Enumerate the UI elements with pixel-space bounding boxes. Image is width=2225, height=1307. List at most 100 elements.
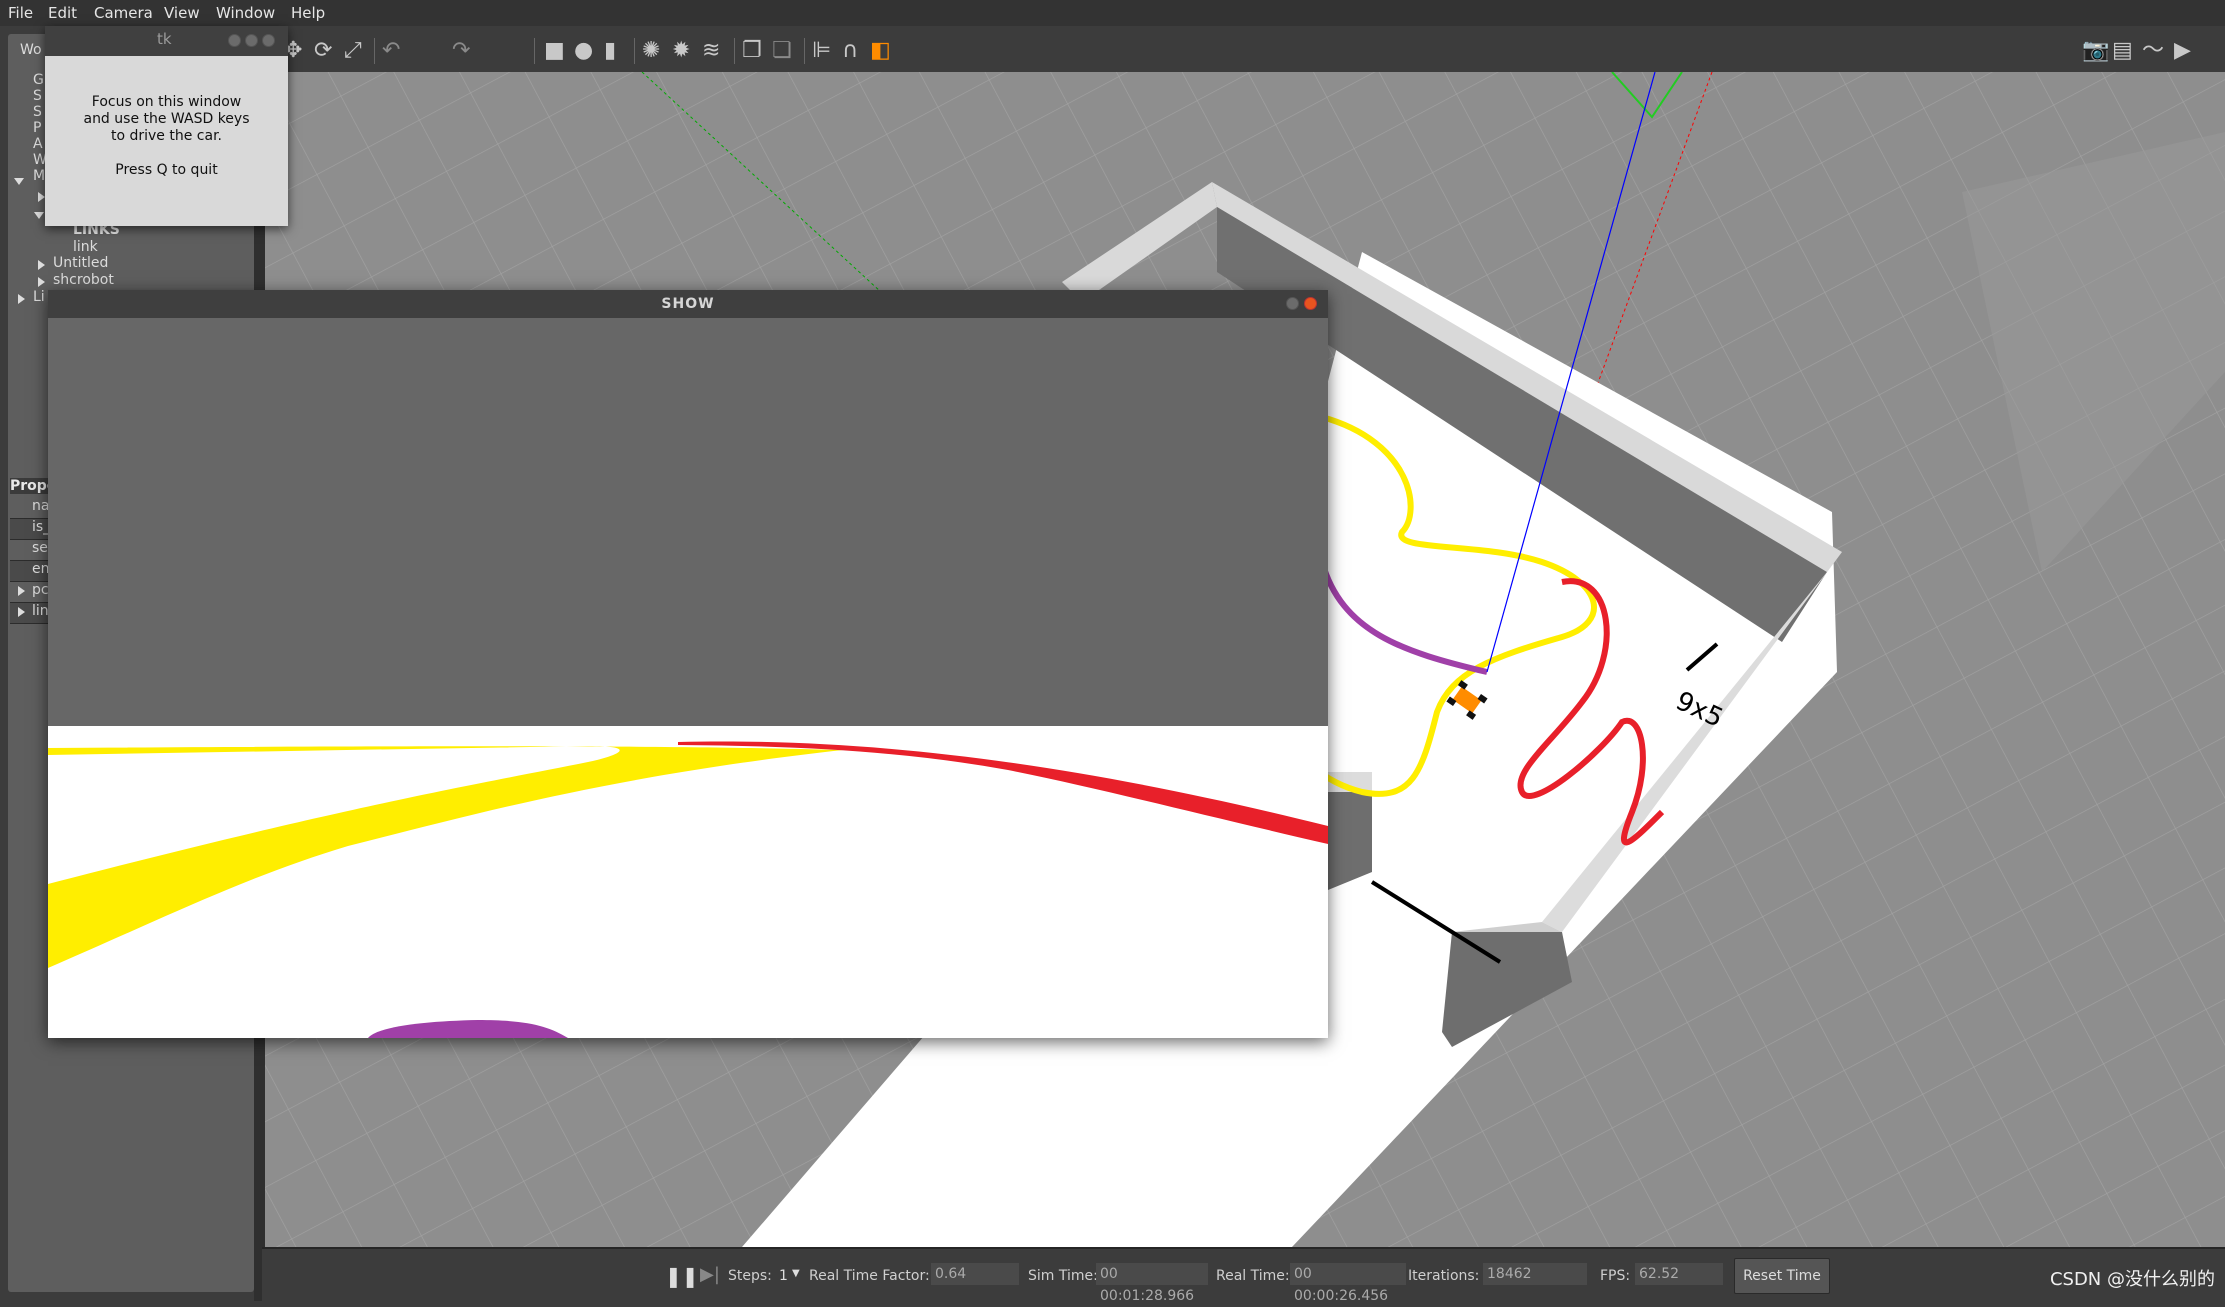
menu-window[interactable]: Window	[216, 4, 275, 22]
fps-label: FPS:	[1600, 1268, 1631, 1284]
rotate-icon[interactable]: ⟳	[314, 40, 332, 62]
show-window: SHOW	[48, 290, 1328, 1038]
expand-models-icon[interactable]	[14, 178, 24, 185]
tree-item-models[interactable]: M	[33, 168, 45, 184]
bottom-bar: ❚❚ ▶| Steps: 1 ▼ Real Time Factor: 0.64 …	[262, 1247, 2225, 1304]
tree-item-spherical[interactable]: S	[33, 104, 42, 120]
world-tab[interactable]: Wo	[20, 42, 42, 58]
cylinder-shape-icon[interactable]: ▮	[604, 40, 616, 62]
property-label: is_	[32, 519, 51, 535]
steps-label: Steps:	[728, 1268, 772, 1284]
tk-line: and use the WASD keys	[83, 111, 250, 127]
step-icon[interactable]: ▶|	[700, 1264, 720, 1285]
align-icon[interactable]: ⊫	[812, 40, 831, 62]
property-label: na	[32, 498, 50, 514]
tk-instructions: Focus on this window and use the WASD ke…	[45, 94, 288, 179]
property-row[interactable]: en	[10, 561, 50, 582]
tree-item-lights[interactable]: Li	[33, 289, 45, 305]
undo-icon[interactable]: ↶	[382, 40, 400, 62]
property-label: en	[32, 561, 50, 577]
iterations-label: Iterations:	[1408, 1268, 1480, 1284]
property-label: pc	[32, 582, 49, 598]
camera-track-purple	[368, 1020, 568, 1038]
property-row[interactable]: lin	[10, 603, 49, 624]
plot-icon[interactable]: 〜	[2142, 40, 2164, 62]
tk-spacer	[45, 145, 288, 162]
toolbar-separator	[734, 38, 735, 64]
real-time-value: 00 00:00:26.456	[1290, 1263, 1406, 1304]
property-row[interactable]: is_	[10, 519, 51, 540]
menu-bar: File Edit Camera View Window Help	[0, 0, 2225, 26]
expand-model-icon[interactable]	[34, 212, 44, 219]
model-untitled[interactable]: Untitled	[53, 255, 108, 271]
menu-help[interactable]: Help	[291, 4, 325, 22]
link-item[interactable]: link	[73, 239, 98, 255]
expand-shcrobot-icon[interactable]	[38, 277, 45, 287]
close-icon[interactable]	[262, 34, 275, 47]
minimize-icon[interactable]	[228, 34, 241, 47]
minimize-icon[interactable]	[1286, 297, 1299, 310]
toolbar: ✥ ⟳ ⤢ ↶ ↷ ■ ● ▮ ✺ ✹ ≋ ❐ ❏ ⊫ ∩ ◧ 📷 ▤ 〜 ▶	[262, 26, 2225, 73]
menu-view[interactable]: View	[164, 4, 200, 22]
property-row[interactable]: na	[10, 498, 50, 519]
fps-value: 62.52	[1635, 1263, 1723, 1285]
menu-camera[interactable]: Camera	[94, 4, 153, 22]
toolbar-separator	[804, 38, 805, 64]
directional-light-icon[interactable]: ≋	[702, 40, 720, 62]
model-shcrobot[interactable]: shcrobot	[53, 272, 114, 288]
toolbar-separator	[634, 38, 635, 64]
tk-titlebar[interactable]: tk	[45, 26, 288, 56]
expand-untitled-icon[interactable]	[38, 260, 45, 270]
property-row[interactable]: se	[10, 540, 48, 561]
close-icon[interactable]	[1304, 297, 1317, 310]
expand-link-icon[interactable]	[18, 607, 25, 617]
log-icon[interactable]: ▤	[2112, 40, 2133, 62]
paste-icon[interactable]: ❏	[772, 40, 792, 62]
tk-line: to drive the car.	[110, 128, 222, 144]
view-angle-icon[interactable]: ◧	[870, 40, 891, 62]
sim-time-value: 00 00:01:28.966	[1096, 1263, 1208, 1304]
tk-line: Press Q to quit	[115, 162, 218, 178]
redo-icon[interactable]: ↷	[452, 40, 470, 62]
video-icon[interactable]: ▶	[2174, 40, 2191, 62]
menu-edit[interactable]: Edit	[48, 4, 77, 22]
property-label: lin	[32, 603, 49, 619]
menu-file[interactable]: File	[8, 4, 33, 22]
camera-track-yellow	[48, 746, 843, 968]
toolbar-separator	[374, 38, 375, 64]
sphere-shape-icon[interactable]: ●	[574, 40, 593, 62]
snap-icon[interactable]: ∩	[842, 40, 858, 62]
steps-dropdown-icon[interactable]: ▼	[792, 1268, 800, 1279]
tk-line: Focus on this window	[91, 94, 242, 110]
reset-time-button[interactable]: Reset Time	[1734, 1258, 1830, 1294]
tree-item-physics[interactable]: P	[33, 120, 41, 136]
camera-view-canvas	[48, 741, 1328, 1038]
screenshot-icon[interactable]: 📷	[2082, 40, 2109, 62]
maximize-icon[interactable]	[245, 34, 258, 47]
pause-icon[interactable]: ❚❚	[665, 1264, 699, 1288]
property-row[interactable]: pc	[10, 582, 49, 603]
spot-light-icon[interactable]: ✹	[672, 40, 690, 62]
show-title: SHOW	[661, 296, 715, 312]
point-light-icon[interactable]: ✺	[642, 40, 660, 62]
expand-ground-icon[interactable]	[38, 192, 45, 202]
camera-view-sky	[48, 318, 1328, 726]
properties-header: Prope	[10, 478, 57, 494]
property-label: se	[32, 540, 48, 556]
camera-view-ground	[48, 726, 1328, 1038]
expand-pose-icon[interactable]	[18, 586, 25, 596]
copy-icon[interactable]: ❐	[742, 40, 762, 62]
tree-item-gui[interactable]: G	[33, 72, 44, 88]
expand-lights-icon[interactable]	[18, 294, 25, 304]
real-time-factor-label: Real Time Factor:	[809, 1268, 930, 1284]
steps-value[interactable]: 1	[779, 1268, 788, 1284]
tree-item-atmosphere[interactable]: A	[33, 136, 43, 152]
tk-window: tk Focus on this window and use the WASD…	[45, 26, 288, 226]
scale-icon[interactable]: ⤢	[344, 40, 362, 62]
box-shape-icon[interactable]: ■	[544, 40, 565, 62]
watermark: CSDN @没什么别的	[2049, 1269, 2215, 1290]
tree-item-scene[interactable]: S	[33, 88, 42, 104]
real-time-factor-value: 0.64	[931, 1263, 1019, 1285]
show-titlebar[interactable]: SHOW	[48, 290, 1328, 318]
tk-title: tk	[157, 30, 172, 48]
